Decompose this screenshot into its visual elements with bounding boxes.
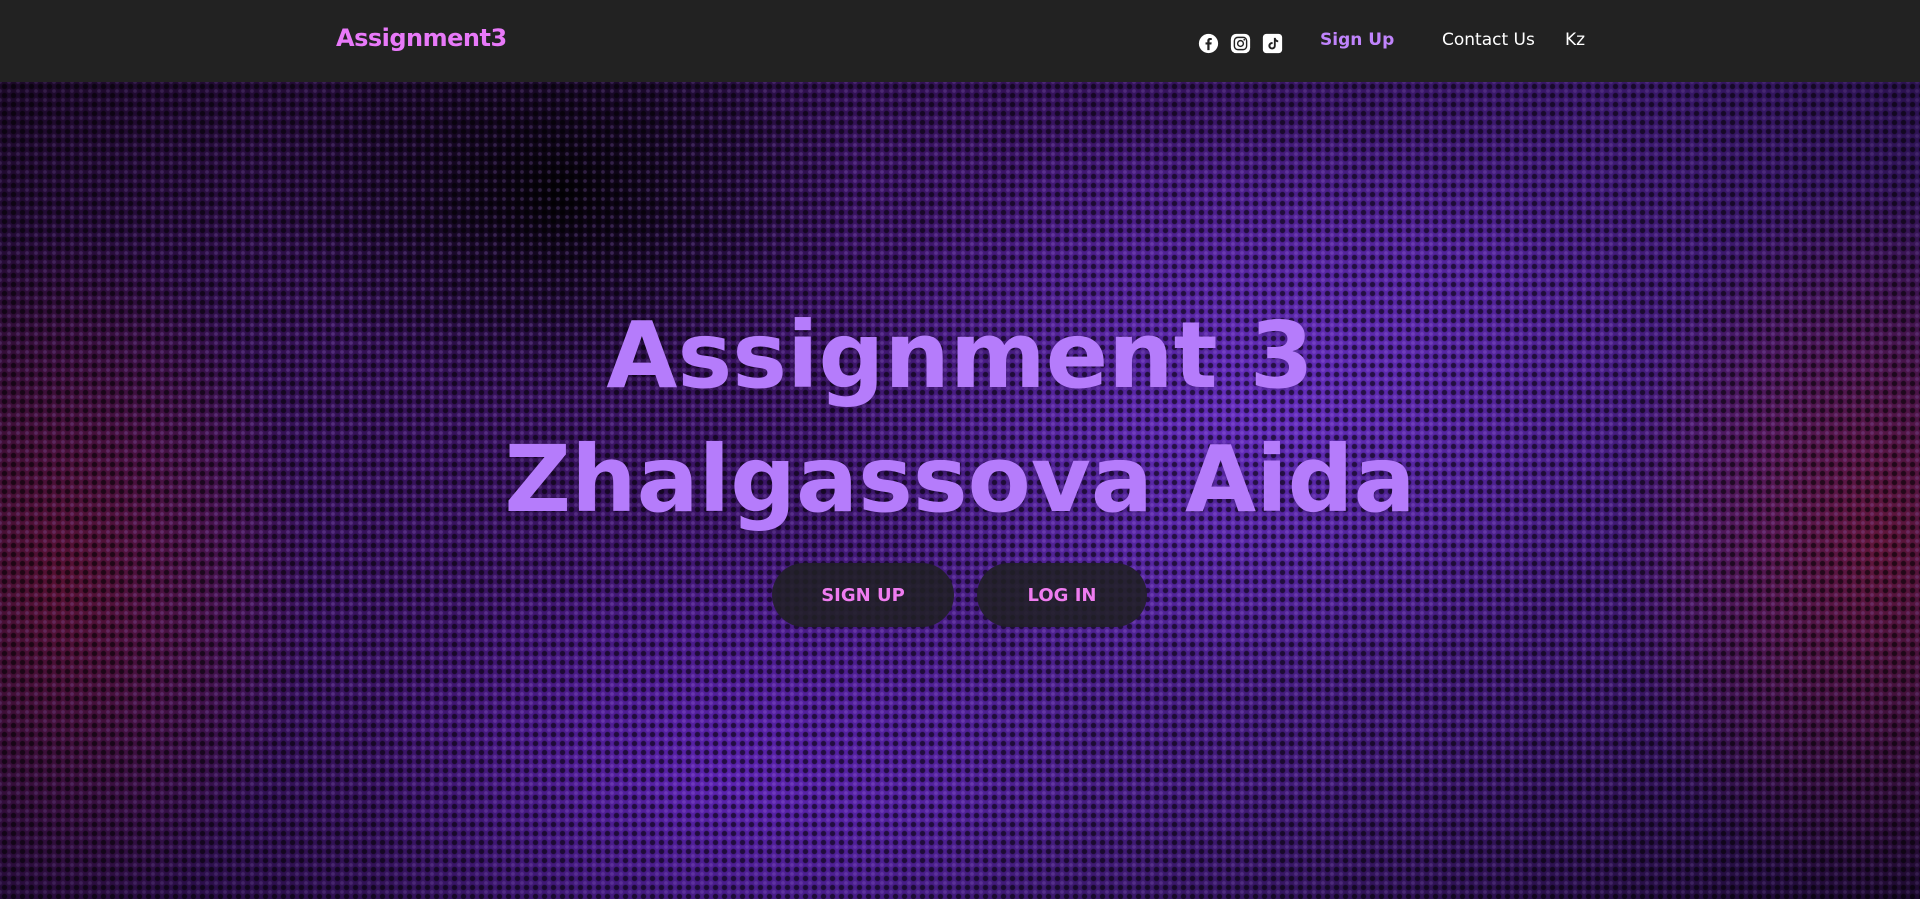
sign-up-button[interactable]: SIGN UP [772,563,954,627]
hero-title-line-2: Zhalgassova Aida [504,426,1416,533]
hero-section: Assignment 3 Zhalgassova Aida SIGN UP LO… [0,82,1920,899]
navbar: Assignment3 Sign Up Contact Us Kz [0,0,1920,82]
tiktok-icon[interactable] [1262,33,1283,54]
facebook-icon[interactable] [1198,33,1219,54]
nav-sign-up-link[interactable]: Sign Up [1320,30,1394,50]
nav-contact-us-link[interactable]: Contact Us [1442,30,1535,50]
hero-title: Assignment 3 Zhalgassova Aida [0,294,1920,542]
log-in-button[interactable]: LOG IN [977,563,1147,627]
social-links [1198,33,1283,54]
language-switch-link[interactable]: Kz [1565,30,1585,50]
hero-title-line-1: Assignment 3 [606,302,1314,409]
instagram-icon[interactable] [1230,33,1251,54]
brand-logo-link[interactable]: Assignment3 [336,24,507,52]
